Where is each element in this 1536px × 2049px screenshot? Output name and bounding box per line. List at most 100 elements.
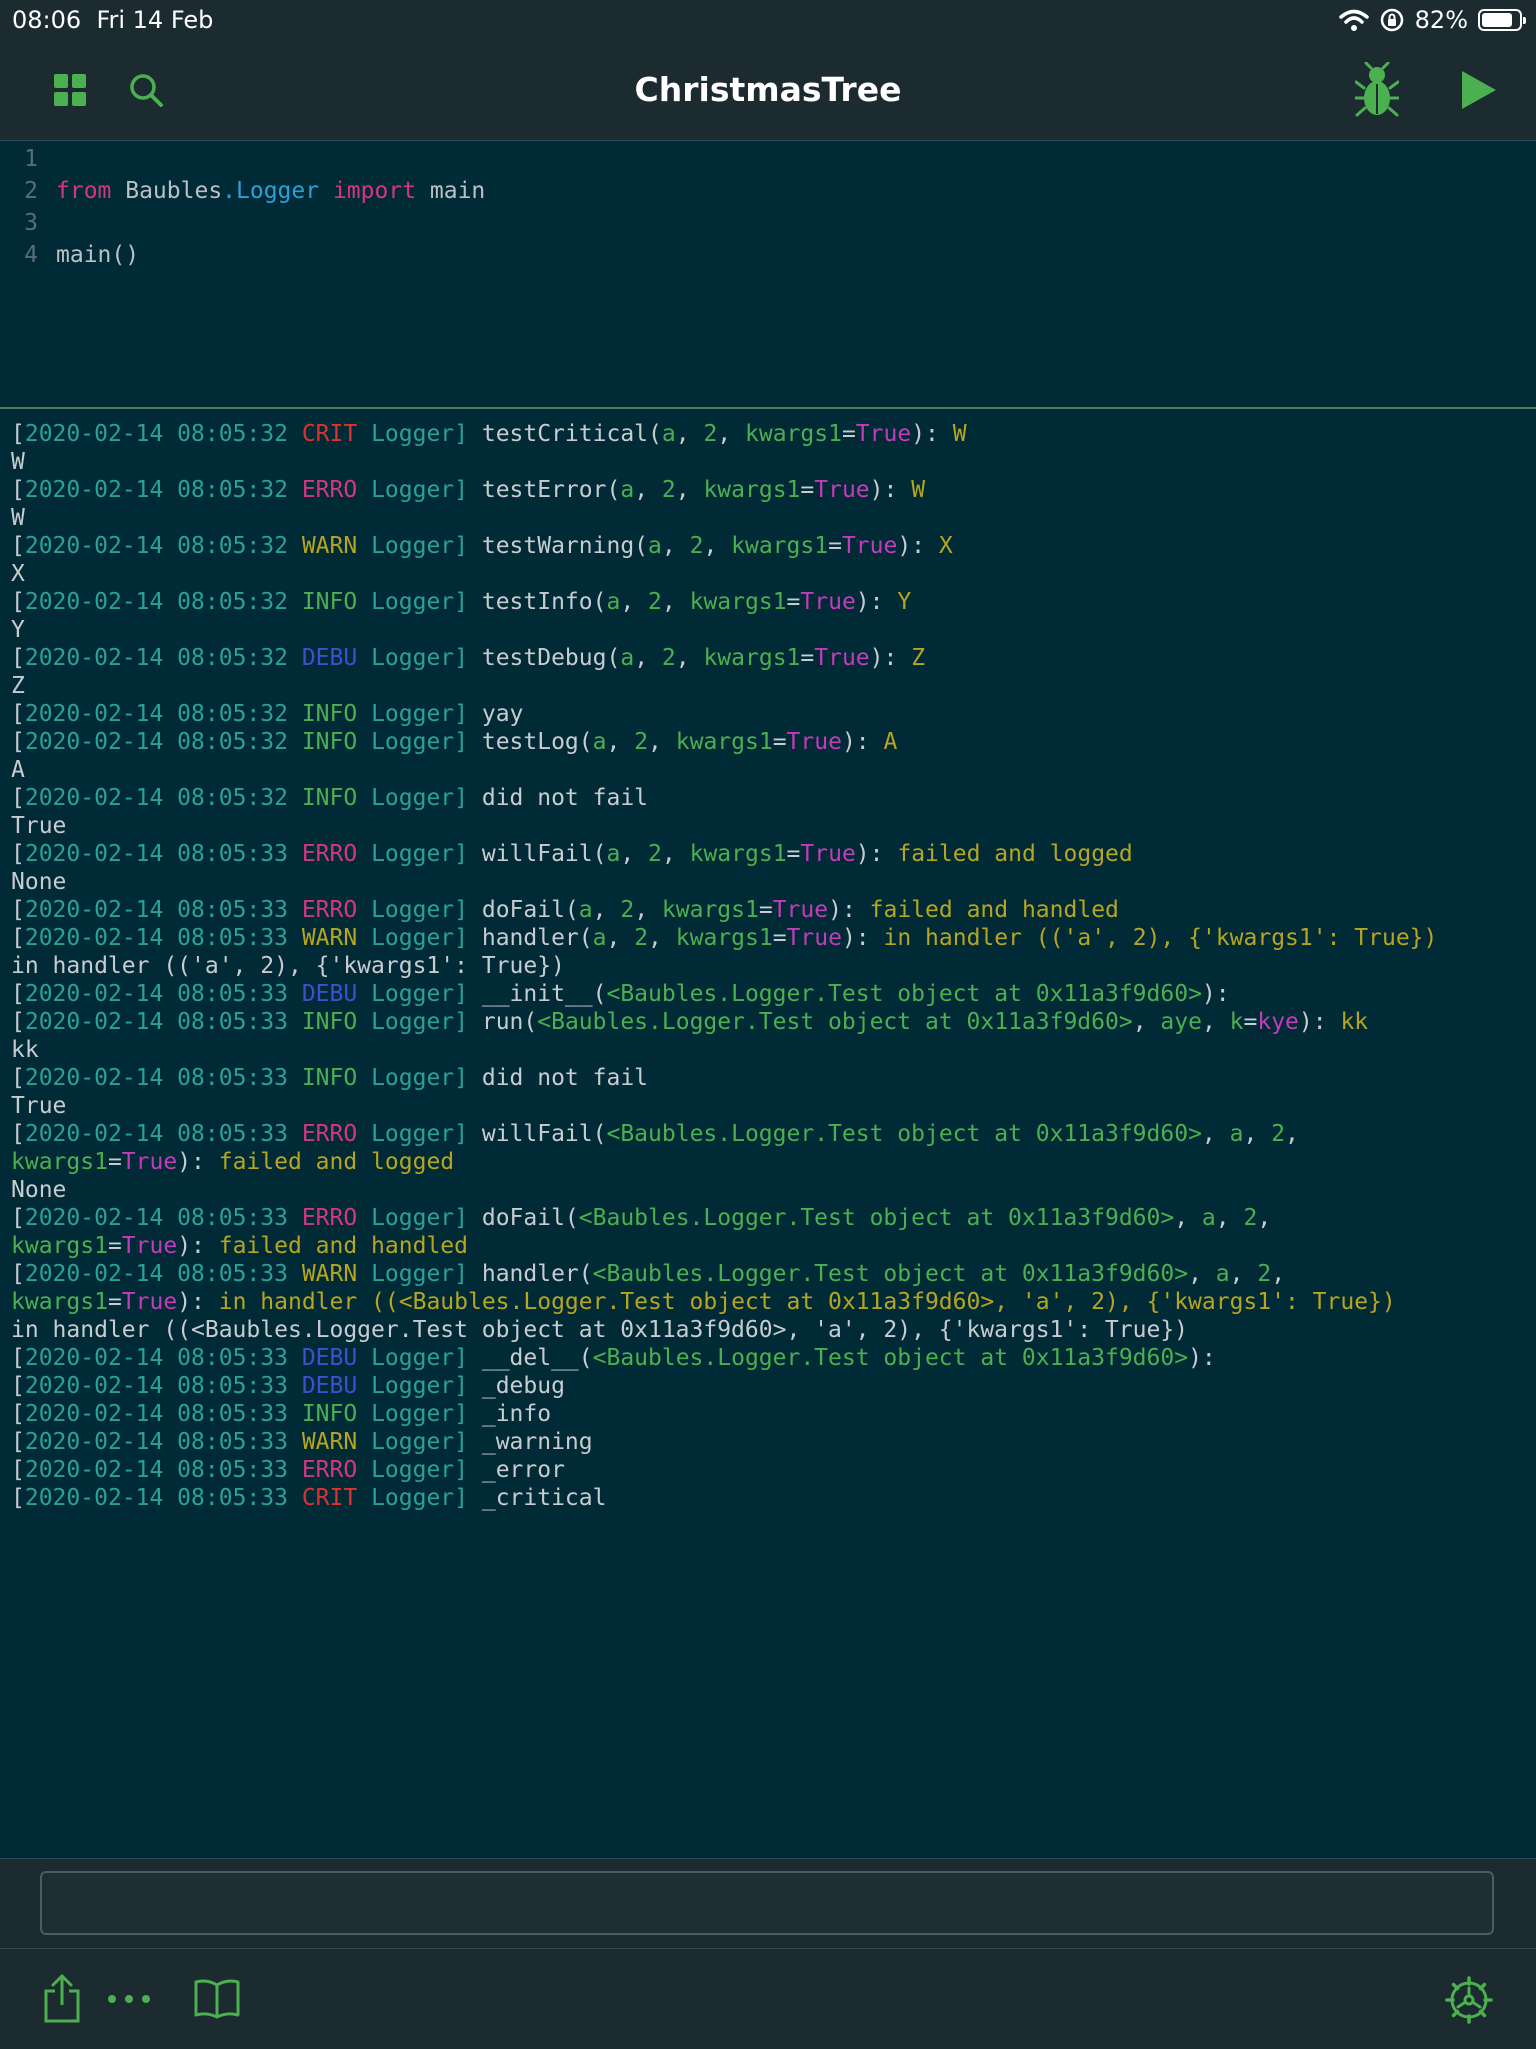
console-segment [288,1009,302,1035]
status-bar: 08:06 Fri 14 Feb 82% [0,0,1536,40]
share-button[interactable] [40,1973,84,2023]
console-line: in handler (('a', 2), {'kwargs1': True}) [11,952,1531,980]
console-segment: kk [11,1037,39,1063]
console-segment: , [620,841,649,867]
console-segment: , [1201,1009,1230,1035]
console-segment: , [675,477,704,503]
console-segment: ): [841,729,884,755]
console-segment: 2 [620,897,635,923]
console-segment: , [675,421,704,447]
console-line: kk [11,1036,1531,1064]
status-time-date: 08:06 Fri 14 Feb [12,6,213,34]
console-segment: Logger] [357,729,468,755]
gear-icon [1445,1976,1493,2024]
share-icon [44,1973,80,2023]
line-number: 4 [24,242,38,268]
console-segment: [ [11,645,25,671]
console-line: [2020-02-14 08:05:33 DEBU Logger] _debug [11,1372,1531,1400]
console-segment: yay [468,701,524,727]
console-segment: 2 [703,421,718,447]
console-segment: __init__( [468,981,607,1007]
console-segment: W [11,505,25,531]
console-segment: True [11,1093,67,1119]
console-segment: 2 [661,477,676,503]
console-segment [288,1261,302,1287]
console-segment: willFail( [468,841,607,867]
console-segment: [ [11,1121,25,1147]
run-button[interactable] [1454,66,1502,114]
console-line: [2020-02-14 08:05:33 INFO Logger] did no… [11,1064,1531,1092]
console-segment: 2020-02-14 08:05:33 [24,1009,288,1035]
console-segment: X [938,533,953,559]
code-token: from [56,178,112,204]
console-segment: True [121,1289,178,1315]
docs-button[interactable] [192,1975,242,2021]
console-segment: a [606,841,621,867]
settings-button[interactable] [1444,1975,1494,2025]
console-line: [2020-02-14 08:05:33 ERRO Logger] willFa… [11,1120,1531,1148]
status-right: 82% [1338,6,1526,34]
console-segment: = [841,421,856,447]
console-segment: DEBU [301,1345,358,1371]
console-segment: ): [869,645,912,671]
console-segment: ERRO [301,1457,358,1483]
console-line: Z [11,672,1531,700]
console-segment: True [121,1233,178,1259]
console-segment: , [703,533,732,559]
debug-button[interactable] [1352,60,1402,120]
console-segment: Logger] [357,701,468,727]
console-segment: , [634,477,662,503]
console-segment: Logger] [357,533,468,559]
more-button[interactable] [104,1979,154,2019]
console-segment [288,925,302,951]
console-segment: , [717,421,745,447]
console-segment: 2020-02-14 08:05:32 [24,421,288,447]
console-segment: a [620,645,635,671]
battery-icon [1478,9,1526,31]
editor-console-divider[interactable] [0,407,1536,409]
console-segment: Z [11,673,25,699]
console-segment: True [786,729,842,755]
console-segment: 2020-02-14 08:05:33 [24,1345,288,1371]
console-segment: a [1201,1205,1216,1231]
console-segment: kwargs1 [661,897,759,923]
console-segment: 2020-02-14 08:05:32 [24,477,288,503]
console-line: [2020-02-14 08:05:32 ERRO Logger] testEr… [11,476,1531,504]
console-segment: 2020-02-14 08:05:33 [24,1457,288,1483]
console-segment: = [107,1149,122,1175]
console-segment: DEBU [301,1373,358,1399]
console-segment: [ [11,981,25,1007]
console-segment: [ [11,1261,25,1287]
console-line: X [11,560,1531,588]
console-segment: True [814,477,870,503]
console-output: [2020-02-14 08:05:32 CRIT Logger] testCr… [11,420,1531,1850]
code-line: 2 from Baubles.Logger import main [0,175,485,207]
console-segment: kwargs1 [675,925,773,951]
console-segment [288,1401,302,1427]
console-segment: doFail( [468,1205,579,1231]
console-segment: <Baubles.Logger.Test object at 0x11a3f9d… [592,1345,1189,1371]
console-segment: 2 [634,729,649,755]
console-segment: = [107,1233,122,1259]
code-editor[interactable]: 1 2 from Baubles.Logger import main 3 4 main(… [0,141,1536,407]
console-segment: Logger] [357,1009,468,1035]
console-segment: ): [911,421,953,447]
console-segment: A [883,729,898,755]
rotation-lock-icon [1380,8,1403,32]
console-segment: kwargs1 [731,533,829,559]
console-segment: 2020-02-14 08:05:33 [24,1121,288,1147]
console-segment: kwargs1 [11,1233,108,1259]
console-segment: _critical [468,1485,607,1511]
console-segment [288,1345,302,1371]
console-segment: a [592,729,607,755]
console-segment [288,785,302,811]
console-line: [2020-02-14 08:05:32 CRIT Logger] testCr… [11,420,1531,448]
console-segment: [ [11,925,25,951]
console-segment: Logger] [357,1065,468,1091]
console-input[interactable] [40,1871,1494,1935]
console-segment: 2020-02-14 08:05:33 [24,897,288,923]
console-segment: True [841,533,898,559]
console-segment: Logger] [357,1345,468,1371]
console-line: [2020-02-14 08:05:32 DEBU Logger] testDe… [11,644,1531,672]
console-segment: _info [468,1401,552,1427]
